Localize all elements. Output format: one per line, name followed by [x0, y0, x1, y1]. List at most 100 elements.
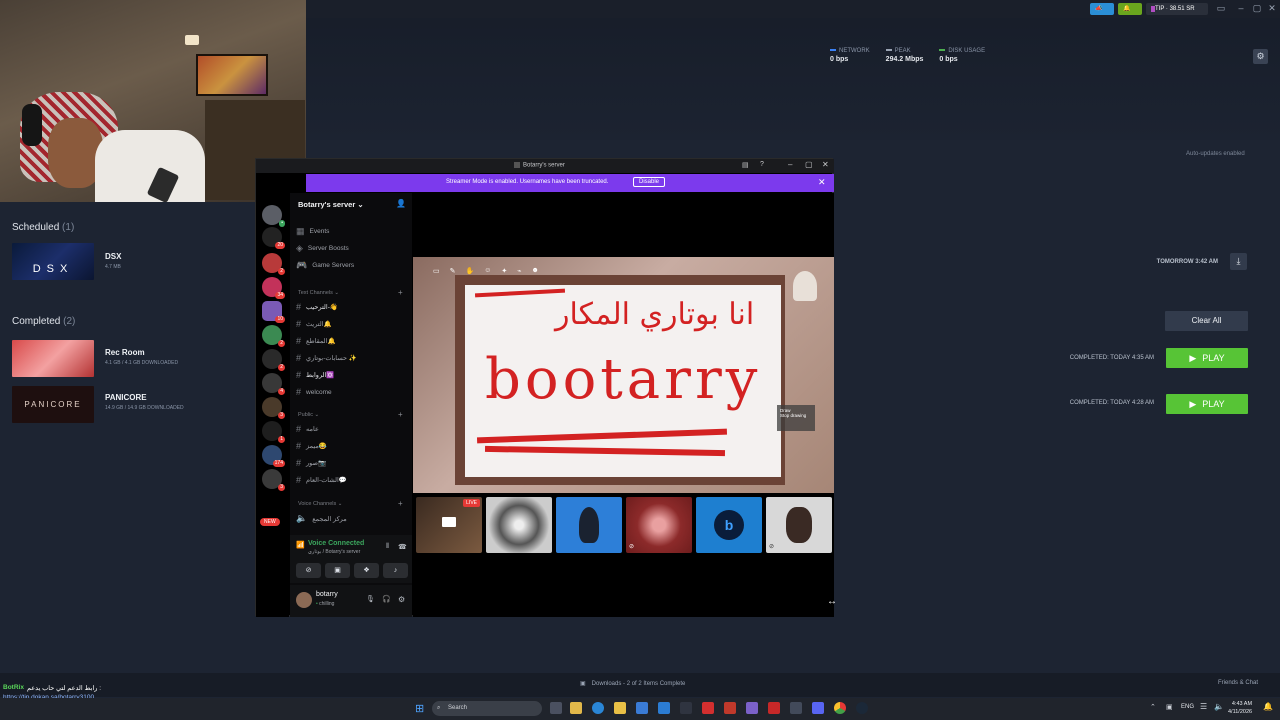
server-icon[interactable]: 4 [262, 373, 285, 395]
server-icon[interactable]: 2 [262, 325, 285, 347]
close-button[interactable]: ✕ [1265, 3, 1279, 14]
channel-item[interactable]: # التريث🔔 [296, 319, 332, 329]
volume-icon[interactable]: 🔈 [1214, 702, 1224, 711]
channel-item[interactable]: # الروابط🔯 [296, 370, 334, 380]
server-icon[interactable]: 3 [262, 469, 285, 491]
close-button[interactable]: ✕ [822, 160, 829, 169]
tool-icon[interactable]: ☻ [531, 267, 538, 275]
tray-chevron-icon[interactable]: ⌃ [1150, 703, 1156, 711]
microphone-icon[interactable]: 🎙 [366, 595, 375, 603]
steam-icon[interactable] [856, 702, 868, 714]
participant-tile[interactable]: ⊘ [766, 497, 832, 553]
add-channel-icon[interactable]: + [398, 499, 403, 508]
store-icon[interactable] [636, 702, 648, 714]
windows-start-icon[interactable]: ⊞ [415, 702, 424, 715]
add-channel-icon[interactable]: + [398, 288, 403, 297]
camera-off-button[interactable]: ⊘ [296, 563, 321, 578]
taskbar-clock[interactable]: 4:43 AM 4/11/2026 [1228, 700, 1252, 716]
panicore-play-button[interactable]: ▶ PLAY [1166, 394, 1248, 414]
tool-icon[interactable]: ✎ [450, 267, 456, 275]
participant-tile[interactable]: b [696, 497, 762, 553]
server-icon[interactable]: 10 [262, 301, 285, 323]
server-icon[interactable]: 174 [262, 445, 285, 467]
app-icon[interactable] [680, 702, 692, 714]
panicore-name[interactable]: PANICORE [105, 393, 184, 402]
category-voice-channels[interactable]: Voice Channels ⌄ [298, 501, 342, 507]
server-icon[interactable]: 2 [262, 349, 285, 371]
announce-icon[interactable]: 📣 [1090, 3, 1114, 15]
tip-wallet[interactable]: TIP · 38.51 SR [1146, 3, 1208, 15]
notifications-icon[interactable]: 🔔 [1263, 702, 1273, 711]
minimize-button[interactable]: – [1234, 3, 1248, 13]
recroom-name[interactable]: Rec Room [105, 348, 178, 357]
server-icon[interactable]: 1 [262, 421, 285, 443]
server-icon[interactable]: • [262, 205, 285, 227]
disconnect-icon[interactable]: ☎ [398, 543, 407, 551]
file-explorer-icon[interactable] [614, 702, 626, 714]
tool-icon[interactable]: ✦ [501, 267, 507, 275]
headphones-icon[interactable]: 🎧 [382, 595, 391, 603]
task-view-icon[interactable] [550, 702, 562, 714]
download-icon[interactable]: ⤓ [1230, 253, 1247, 270]
stream-video[interactable]: انا بوتاري المكار bootarry ▭ ✎ ✋ ☺ ✦ ⌁ ☻ Draw S… [413, 257, 834, 493]
notification-bell-icon[interactable]: 🔔 [1118, 3, 1142, 15]
disable-streamer-button[interactable]: Disable [633, 177, 666, 187]
channel-item[interactable]: # الشات-العام💬 [296, 475, 347, 485]
activities-button[interactable]: ❖ [354, 563, 379, 578]
soundboard-button[interactable]: ♪ [383, 563, 408, 578]
channel-item[interactable]: # الترحيب-👋 [296, 302, 338, 312]
menu-events[interactable]: ▦ Events [296, 226, 329, 237]
app-tray-icon[interactable]: ▣ [1166, 703, 1173, 711]
recroom-thumbnail[interactable] [12, 340, 94, 377]
channel-item[interactable]: # المقاطع🔔 [296, 336, 336, 346]
channel-item[interactable]: # welcome [296, 387, 332, 397]
taskbar-search[interactable]: ⌕ Search [432, 701, 542, 716]
panicore-thumbnail[interactable]: PANICORE [12, 386, 94, 423]
edge-icon[interactable] [592, 702, 604, 714]
maximize-button[interactable]: ▢ [805, 160, 813, 169]
chrome-icon[interactable] [834, 702, 846, 714]
draw-panel[interactable]: Draw Stop drawing [777, 405, 815, 431]
noise-suppression-icon[interactable]: ⦀ [386, 543, 389, 551]
close-banner-icon[interactable]: ✕ [818, 177, 826, 188]
category-text-channels[interactable]: Text Channels ⌄ [298, 290, 339, 296]
network-icon[interactable]: ☰ [1200, 702, 1207, 711]
channel-item[interactable]: # عامه [296, 424, 319, 434]
app-icon[interactable] [724, 702, 736, 714]
tool-icon[interactable]: ☺ [484, 267, 491, 275]
maximize-button[interactable]: ▢ [1250, 3, 1264, 14]
participant-tile[interactable]: ⊘ [626, 497, 692, 553]
server-icon[interactable]: 2 [262, 253, 285, 275]
tool-icon[interactable]: ⌁ [517, 267, 521, 275]
voice-channel-item[interactable]: 🔈 مركز المجمع [296, 513, 347, 524]
category-public[interactable]: Public ⌄ [298, 412, 319, 418]
participant-tile[interactable] [486, 497, 552, 553]
voice-connected-label[interactable]: Voice Connected [308, 540, 364, 547]
help-icon[interactable]: ? [760, 161, 764, 168]
app-icon[interactable] [768, 702, 780, 714]
add-channel-icon[interactable]: + [398, 410, 403, 419]
app-icon[interactable] [790, 702, 802, 714]
channel-item[interactable]: # ميمز😂 [296, 441, 327, 451]
app-icon[interactable] [658, 702, 670, 714]
avatar[interactable] [296, 592, 312, 608]
server-icon[interactable]: 34 [262, 277, 285, 299]
server-icon[interactable]: 3 [262, 397, 285, 419]
downloads-status[interactable]: ▣ Downloads - 2 of 2 Items Complete [580, 680, 685, 687]
inbox-icon[interactable]: ▤ [742, 161, 749, 169]
settings-gear-icon[interactable]: ⚙ [398, 595, 405, 604]
tool-icon[interactable]: ▭ [433, 267, 440, 275]
channel-item[interactable]: # حسابات-بوتاري ✨ [296, 353, 357, 363]
monitor-icon[interactable]: ▭ [1214, 3, 1228, 14]
menu-game-servers[interactable]: 🎮 Game Servers [296, 260, 354, 271]
friends-chat-button[interactable]: Friends & Chat [1218, 680, 1258, 686]
username[interactable]: botarry [316, 591, 338, 598]
app-icon[interactable] [746, 702, 758, 714]
server-name[interactable]: Botarry's server ⌄ [298, 200, 364, 209]
recroom-play-button[interactable]: ▶ PLAY [1166, 348, 1248, 368]
channel-item[interactable]: # صور📷 [296, 458, 326, 468]
participant-tile[interactable]: LIVE [416, 497, 482, 553]
menu-server-boosts[interactable]: ◈ Server Boosts [296, 243, 349, 254]
minimize-button[interactable]: – [788, 160, 792, 169]
dsx-name[interactable]: DSX [105, 252, 121, 261]
